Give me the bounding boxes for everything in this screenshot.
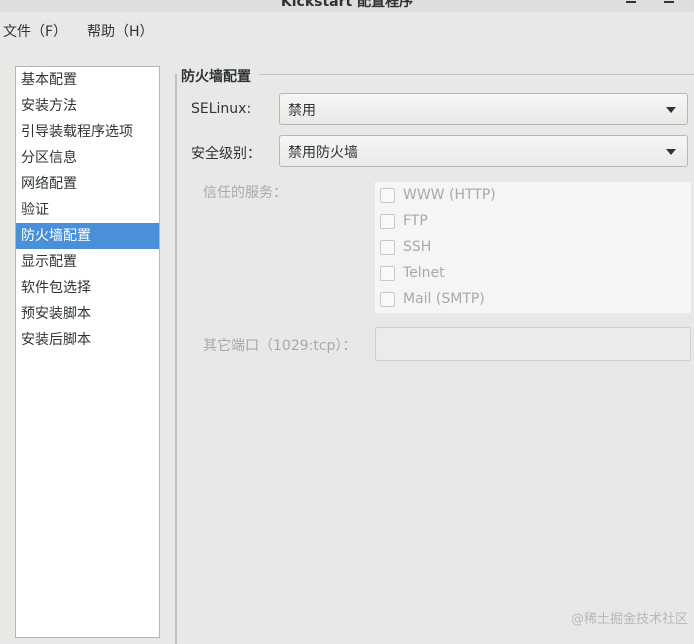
service-label: FTP — [403, 213, 428, 229]
sidebar-item-basic[interactable]: 基本配置 — [16, 67, 159, 93]
checkbox-icon[interactable] — [380, 292, 395, 307]
sidebar: 基本配置 安装方法 引导装载程序选项 分区信息 网络配置 验证 防火墙配置 显示… — [15, 66, 160, 638]
selinux-combo[interactable]: 禁用 — [279, 93, 688, 125]
trusted-services-list: WWW (HTTP) FTP SSH Telnet Mail (SMTP) — [375, 182, 691, 313]
chevron-down-icon — [666, 149, 676, 155]
sidebar-item-post-script[interactable]: 安装后脚本 — [16, 327, 159, 353]
service-www[interactable]: WWW (HTTP) — [375, 182, 691, 208]
checkbox-icon[interactable] — [380, 188, 395, 203]
sidebar-item-bootloader[interactable]: 引导装载程序选项 — [16, 119, 159, 145]
service-ftp[interactable]: FTP — [375, 208, 691, 234]
watermark: @稀土掘金技术社区 — [570, 612, 688, 627]
minimize-icon[interactable] — [626, 0, 636, 3]
checkbox-icon[interactable] — [380, 214, 395, 229]
checkbox-icon[interactable] — [380, 266, 395, 281]
service-smtp[interactable]: Mail (SMTP) — [375, 286, 691, 312]
service-label: Mail (SMTP) — [403, 291, 485, 307]
title-bar: Kickstart 配置程序 — [0, 0, 694, 12]
other-ports-input[interactable] — [375, 327, 691, 361]
checkbox-icon[interactable] — [380, 240, 395, 255]
sidebar-item-packages[interactable]: 软件包选择 — [16, 275, 159, 301]
service-label: WWW (HTTP) — [403, 187, 496, 203]
close-icon[interactable] — [664, 0, 674, 3]
firewall-panel: 防火墙配置 SELinux: 禁用 安全级别： 禁用防火墙 信任的服务： WWW… — [175, 69, 694, 644]
security-level-combo[interactable]: 禁用防火墙 — [279, 135, 688, 167]
sidebar-item-partition[interactable]: 分区信息 — [16, 145, 159, 171]
menu-help[interactable]: 帮助（H） — [87, 21, 154, 41]
sidebar-item-network[interactable]: 网络配置 — [16, 171, 159, 197]
trusted-services-label: 信任的服务： — [203, 185, 287, 201]
service-ssh[interactable]: SSH — [375, 234, 691, 260]
service-label: SSH — [403, 239, 432, 255]
menu-bar: 文件（F） 帮助（H） — [0, 18, 694, 44]
other-ports-label: 其它端口（1029:tcp）： — [203, 338, 357, 354]
chevron-down-icon — [666, 107, 676, 113]
panel-title: 防火墙配置 — [181, 69, 251, 85]
frame-divider — [259, 74, 694, 75]
window-title: Kickstart 配置程序 — [280, 0, 414, 10]
sidebar-item-display[interactable]: 显示配置 — [16, 249, 159, 275]
sidebar-item-pre-script[interactable]: 预安装脚本 — [16, 301, 159, 327]
service-telnet[interactable]: Telnet — [375, 260, 691, 286]
menu-file[interactable]: 文件（F） — [3, 21, 67, 41]
selinux-value: 禁用 — [288, 103, 316, 119]
service-label: Telnet — [403, 265, 445, 281]
security-level-value: 禁用防火墙 — [288, 145, 358, 161]
sidebar-item-firewall[interactable]: 防火墙配置 — [16, 223, 159, 249]
sidebar-item-auth[interactable]: 验证 — [16, 197, 159, 223]
sidebar-item-install-method[interactable]: 安装方法 — [16, 93, 159, 119]
security-level-label: 安全级别： — [191, 146, 261, 162]
selinux-label: SELinux: — [191, 101, 252, 117]
